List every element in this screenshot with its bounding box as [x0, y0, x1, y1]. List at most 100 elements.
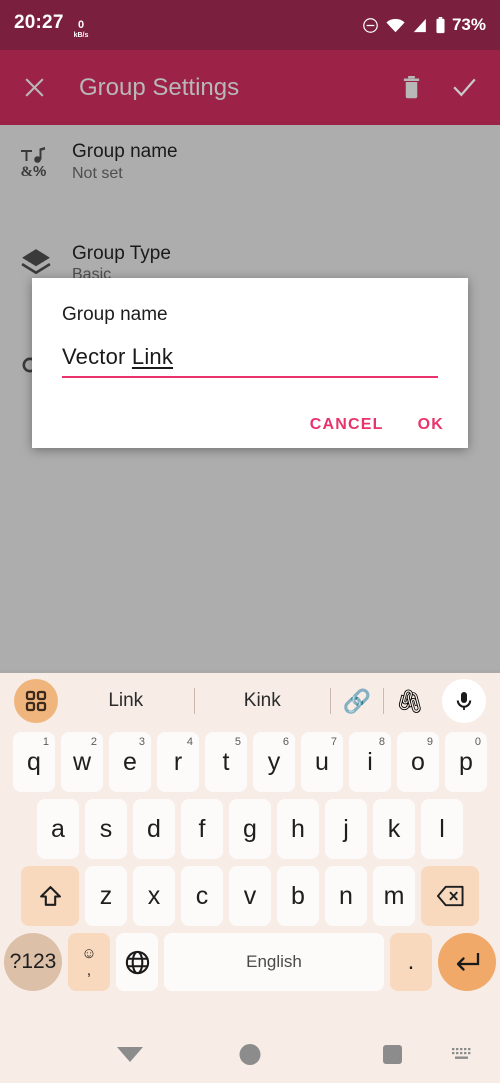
input-text-plain: Vector — [62, 344, 132, 369]
enter-return-icon[interactable] — [438, 933, 496, 991]
key-s[interactable]: s — [85, 799, 127, 859]
key-y[interactable]: y6 — [253, 732, 295, 792]
key-d[interactable]: d — [133, 799, 175, 859]
key-k[interactable]: k — [373, 799, 415, 859]
key-p[interactable]: p0 — [445, 732, 487, 792]
list-item-subtitle: Not set — [72, 164, 123, 182]
keyboard-row-3: z x c v b n m — [4, 866, 496, 926]
suggestion-word-1[interactable]: Link — [58, 690, 194, 712]
close-icon[interactable] — [22, 75, 47, 100]
list-item-group-name[interactable]: & % Group name Not set — [0, 125, 500, 183]
microphone-icon[interactable] — [442, 679, 486, 723]
suggestion-emoji-paperclips[interactable]: 🖇 — [384, 688, 436, 715]
symbols-key[interactable]: ?123 — [4, 933, 62, 991]
shift-arrow-icon[interactable] — [21, 866, 79, 926]
key-a[interactable]: a — [37, 799, 79, 859]
list-item-title: Group Type — [72, 242, 171, 264]
list-item-group-type[interactable]: Group Type Basic — [0, 183, 500, 285]
navigation-bar — [0, 1025, 500, 1083]
network-speed-indicator: 0 kB/s — [73, 18, 89, 39]
hide-keyboard-down-arrow-icon[interactable] — [117, 1046, 143, 1062]
battery-percentage: 73% — [451, 15, 486, 34]
input-text-composing: Link — [131, 344, 174, 369]
apps-grid-icon[interactable] — [14, 679, 58, 723]
keyboard-rows: q1 w2 e3 r4 t5 y6 u7 i8 o9 p0 a s d f g … — [0, 732, 500, 991]
do-not-disturb-icon — [362, 17, 379, 34]
key-u[interactable]: u7 — [301, 732, 343, 792]
group-name-input[interactable]: Vector Link — [62, 344, 438, 378]
key-h[interactable]: h — [277, 799, 319, 859]
key-label: p — [459, 747, 473, 776]
status-bar: 20:27 0 kB/s 73% — [0, 0, 500, 50]
list-item-text: Group name Not set — [72, 139, 178, 183]
key-label: o — [411, 747, 425, 776]
key-label: y — [267, 747, 281, 776]
text-symbols-icon: & % — [0, 139, 72, 179]
key-number: 0 — [474, 736, 481, 748]
keyboard-row-1: q1 w2 e3 r4 t5 y6 u7 i8 o9 p0 — [4, 732, 496, 792]
key-f[interactable]: f — [181, 799, 223, 859]
key-i[interactable]: i8 — [349, 732, 391, 792]
key-g[interactable]: g — [229, 799, 271, 859]
period-key[interactable]: . — [390, 933, 432, 991]
wifi-icon — [386, 18, 405, 33]
key-number: 5 — [234, 736, 241, 748]
key-label: r — [173, 747, 183, 776]
key-c[interactable]: c — [181, 866, 223, 926]
keyboard-switch-icon[interactable] — [451, 1046, 473, 1062]
status-bar-right: 73% — [362, 15, 486, 35]
key-r[interactable]: r4 — [157, 732, 199, 792]
app-bar: Group Settings — [0, 50, 500, 125]
list-item-title: Group name — [72, 141, 178, 162]
suggestion-word-2[interactable]: Kink — [195, 690, 331, 712]
check-icon[interactable] — [451, 74, 478, 101]
keyboard-top-divider — [0, 670, 500, 673]
key-t[interactable]: t5 — [205, 732, 247, 792]
key-l[interactable]: l — [421, 799, 463, 859]
suggestion-bar: Link Kink 🔗 🖇 — [0, 670, 500, 732]
key-n[interactable]: n — [325, 866, 367, 926]
space-key[interactable]: English — [164, 933, 384, 991]
backspace-icon[interactable] — [421, 866, 479, 926]
cancel-button[interactable]: CANCEL — [310, 416, 384, 434]
key-m[interactable]: m — [373, 866, 415, 926]
key-number: 8 — [378, 736, 385, 748]
key-z[interactable]: z — [85, 866, 127, 926]
svg-text:%: % — [33, 163, 46, 179]
on-screen-keyboard: Link Kink 🔗 🖇 q1 w2 e3 r4 t5 y6 u7 i8 o … — [0, 670, 500, 1025]
key-b[interactable]: b — [277, 866, 319, 926]
page-title: Group Settings — [79, 73, 240, 101]
emoji-smiley-icon: ☺ — [81, 945, 97, 962]
emoji-comma-key[interactable]: ☺ , — [68, 933, 110, 991]
network-speed-unit: kB/s — [73, 31, 89, 39]
key-number: 1 — [42, 736, 49, 748]
suggestion-words: Link Kink 🔗 🖇 — [58, 688, 436, 715]
key-e[interactable]: e3 — [109, 732, 151, 792]
group-name-input-value: Vector Link — [62, 344, 173, 369]
recents-square-icon[interactable] — [383, 1044, 402, 1064]
signal-icon — [412, 18, 428, 33]
key-v[interactable]: v — [229, 866, 271, 926]
globe-language-icon[interactable] — [116, 933, 158, 991]
dialog-title: Group name — [62, 304, 168, 325]
suggestion-emoji-link[interactable]: 🔗 — [331, 688, 383, 715]
key-number: 4 — [186, 736, 193, 748]
key-x[interactable]: x — [133, 866, 175, 926]
key-label: w — [72, 747, 92, 776]
key-q[interactable]: q1 — [13, 732, 55, 792]
status-bar-left: 20:27 0 kB/s — [14, 12, 88, 39]
group-name-dialog: Group name Vector Link CANCEL OK — [32, 278, 468, 448]
trash-icon[interactable] — [400, 75, 423, 100]
network-speed-value: 0 — [77, 18, 85, 31]
home-circle-icon[interactable] — [239, 1043, 261, 1065]
key-label: q — [27, 747, 41, 776]
key-j[interactable]: j — [325, 799, 367, 859]
keyboard-row-4: ?123 ☺ , English . — [4, 933, 496, 991]
key-o[interactable]: o9 — [397, 732, 439, 792]
ok-button[interactable]: OK — [418, 416, 444, 434]
svg-text:&: & — [21, 164, 33, 179]
layers-icon — [0, 241, 72, 275]
key-w[interactable]: w2 — [61, 732, 103, 792]
key-label: e — [123, 747, 137, 776]
key-label: t — [222, 747, 230, 776]
